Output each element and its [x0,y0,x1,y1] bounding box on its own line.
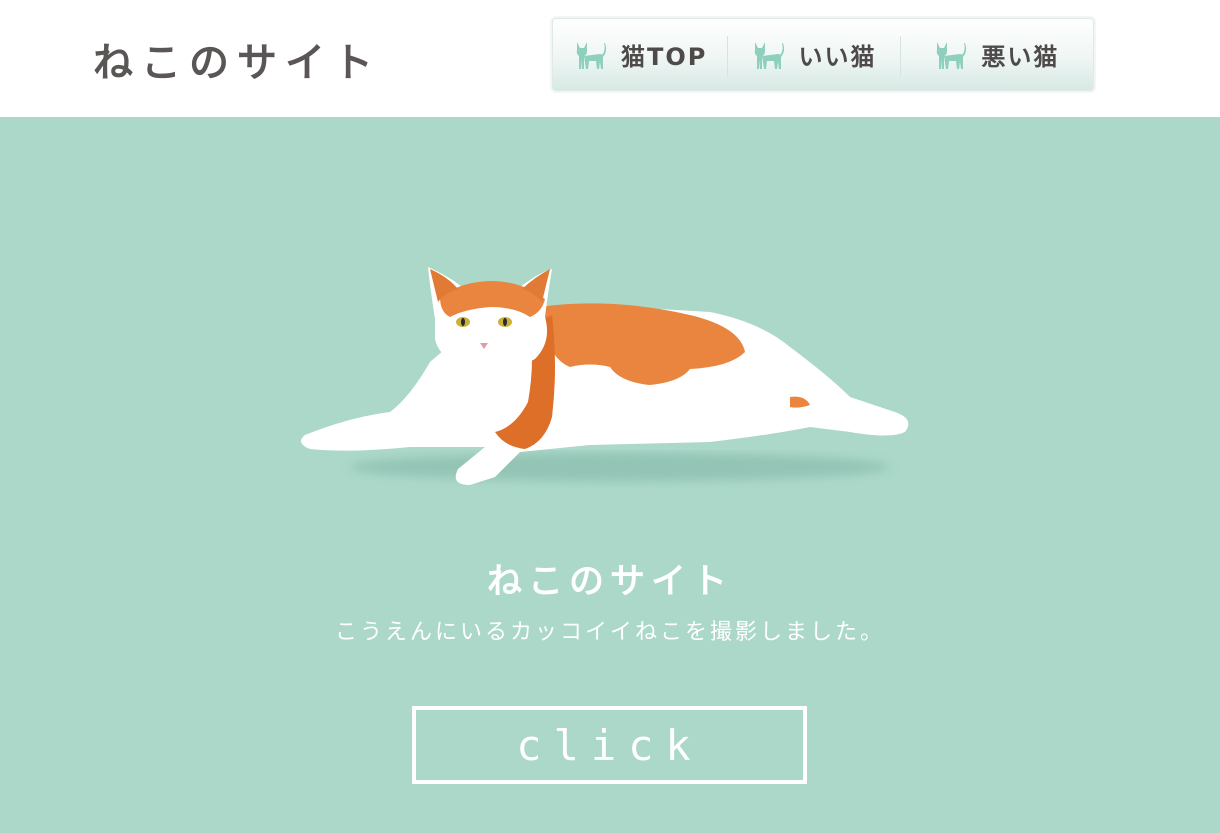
click-button[interactable]: click [412,706,807,784]
cat-icon [576,41,607,69]
nav-label: 猫TOP [620,43,708,71]
nav-item-cat-top[interactable]: 猫TOP [553,18,727,91]
hero-subtitle: こうえんにいるカッコイイねこを撮影しました。 [334,620,885,645]
hero-title: ねこのサイト [486,562,733,602]
cat-icon [754,41,784,69]
cat-icon [937,41,967,69]
site-header: ねこのサイト 猫TOP いい猫 悪い猫 [0,0,1220,117]
nav-label: 悪い猫 [981,43,1060,71]
nav-label: いい猫 [798,43,877,71]
hero-section: ねこのサイト こうえんにいるカッコイイねこを撮影しました。 click [0,117,1220,833]
site-logo[interactable]: ねこのサイト [93,30,381,88]
main-nav: 猫TOP いい猫 悪い猫 [552,18,1094,91]
cat-image [301,267,909,485]
nav-item-good-cat[interactable]: いい猫 [727,18,899,91]
nav-item-bad-cat[interactable]: 悪い猫 [899,18,1093,91]
